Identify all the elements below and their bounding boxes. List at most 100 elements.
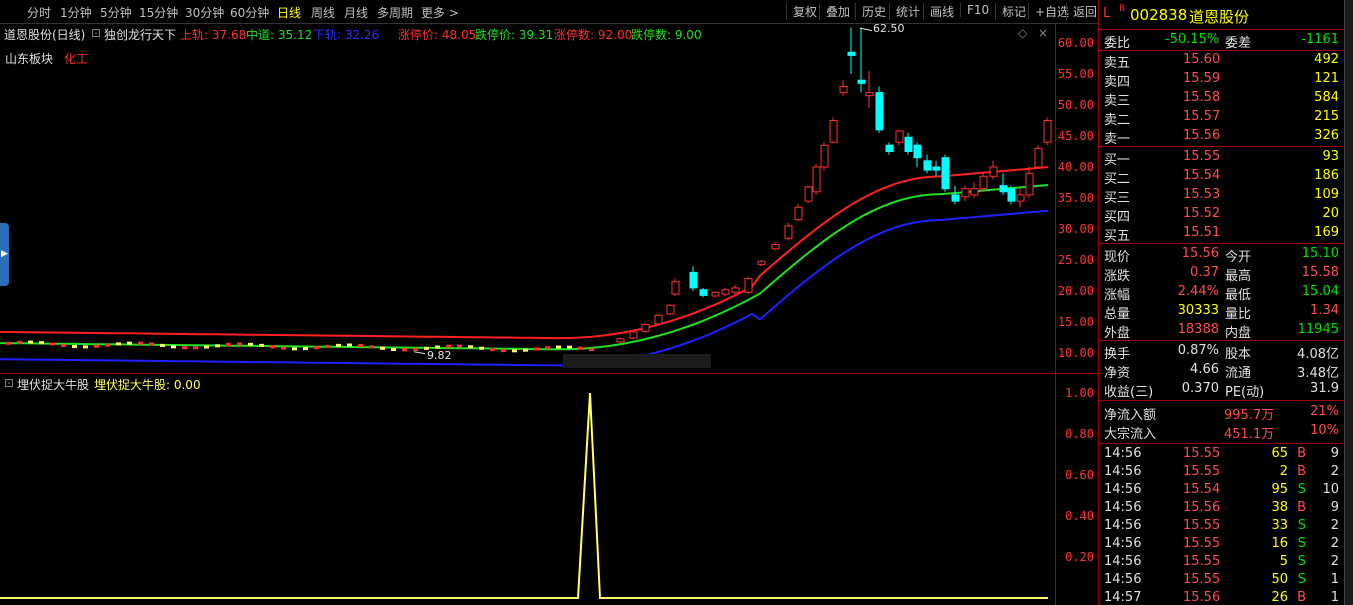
sub-indicator-chart[interactable] xyxy=(0,374,1055,605)
tick-price: 15.55 xyxy=(1183,536,1221,551)
sell-price: 15.59 xyxy=(1183,71,1221,86)
y-tick-label: 25.00 xyxy=(1057,253,1094,267)
candle xyxy=(17,340,22,344)
stat-label: 外盘 xyxy=(1104,326,1131,341)
sub-y-axis: 1.00 0.80 0.60 0.40 0.20 xyxy=(1055,374,1098,605)
flow-value: 995.7万 xyxy=(1224,408,1275,423)
tab-daily[interactable]: 日线 xyxy=(277,4,301,21)
stats-button[interactable]: 统计 xyxy=(889,3,920,20)
buy-volume: 186 xyxy=(1314,168,1339,183)
tab-more[interactable]: 更多 > xyxy=(421,4,459,21)
weicha-label: 委差 xyxy=(1225,36,1252,51)
tab-5min[interactable]: 5分钟 xyxy=(100,4,132,21)
tick-price: 15.55 xyxy=(1183,446,1221,461)
stat-row: 总量 30333 量比 1.34 xyxy=(1099,302,1344,322)
candle xyxy=(820,144,829,168)
tick-row: 14:56 15.54 95 S 10 xyxy=(1099,481,1344,500)
y-tick-label: 45.00 xyxy=(1057,129,1094,143)
y-tick-label: 1.00 xyxy=(1065,386,1094,400)
candle xyxy=(913,144,922,159)
tick-count: 2 xyxy=(1330,554,1339,569)
candle xyxy=(336,343,341,347)
tick-time: 14:57 xyxy=(1104,590,1142,605)
y-tick-label: 60.00 xyxy=(1057,36,1094,50)
tab-fenshi[interactable]: 分时 xyxy=(27,4,51,21)
flow-label: 大宗流入 xyxy=(1104,427,1157,442)
f10-button[interactable]: F10 xyxy=(960,3,989,17)
candle xyxy=(589,348,594,352)
tab-monthly[interactable]: 月线 xyxy=(344,4,368,21)
weibi-row: 委比 -50.15% 委差 -1161 xyxy=(1099,31,1344,51)
tab-1min[interactable]: 1分钟 xyxy=(60,4,92,21)
sell-label: 卖五 xyxy=(1104,56,1131,71)
buy-row: 买一 15.55 93 xyxy=(1099,148,1344,168)
y-tick-label: 0.60 xyxy=(1065,468,1094,482)
stat-value: 11945 xyxy=(1297,322,1339,337)
candle xyxy=(1034,147,1043,168)
back-button[interactable]: 返回 xyxy=(1066,3,1097,20)
candle xyxy=(1025,172,1034,196)
low-price-marker: 9.82 xyxy=(427,349,452,362)
tick-price: 15.56 xyxy=(1183,590,1221,605)
tick-price: 15.55 xyxy=(1183,554,1221,569)
tick-time: 14:56 xyxy=(1104,464,1142,479)
candle xyxy=(961,188,970,198)
draw-button[interactable]: 画线 xyxy=(923,3,954,20)
period-toolbar: 分时 1分钟 5分钟 15分钟 30分钟 60分钟 日线 周线 月线 多周期 更… xyxy=(0,0,1098,24)
sell-row: 卖三 15.58 584 xyxy=(1099,89,1344,109)
candle xyxy=(932,166,941,171)
tick-row: 14:56 15.55 50 S 1 xyxy=(1099,571,1344,590)
sell-row: 卖一 15.56 326 xyxy=(1099,127,1344,147)
candle xyxy=(731,287,740,293)
mark-button[interactable]: 标记 xyxy=(995,3,1026,20)
flag-r: R xyxy=(1119,4,1126,14)
candle xyxy=(1043,120,1052,143)
candle xyxy=(391,347,396,351)
tab-60min[interactable]: 60分钟 xyxy=(230,4,269,21)
stat-value: 15.04 xyxy=(1301,284,1339,299)
candle xyxy=(885,144,894,153)
buy-label: 买一 xyxy=(1104,153,1131,168)
tick-count: 9 xyxy=(1330,500,1339,515)
stat-row: 净资 4.66 流通 3.48亿 xyxy=(1099,361,1344,381)
candle xyxy=(248,342,253,346)
right-scrollbar[interactable] xyxy=(1344,0,1353,605)
candle xyxy=(28,340,33,344)
stat-label: 换手 xyxy=(1104,347,1131,362)
high-price-pointer xyxy=(859,27,873,32)
tick-side: S xyxy=(1297,536,1306,551)
candle xyxy=(303,347,308,351)
expand-handle[interactable]: ▶ xyxy=(0,223,9,286)
candlestick-chart[interactable]: 62.50 9.82 xyxy=(0,22,1055,373)
overlay-button[interactable]: 叠加 xyxy=(819,3,850,20)
tick-volume: 38 xyxy=(1271,500,1288,515)
y-tick-label: 0.20 xyxy=(1065,550,1094,564)
stat-label: 量比 xyxy=(1225,307,1252,322)
fuquan-button[interactable]: 复权 xyxy=(786,3,817,20)
tab-weekly[interactable]: 周线 xyxy=(311,4,335,21)
candle xyxy=(567,345,572,349)
tick-count: 2 xyxy=(1330,518,1339,533)
candle xyxy=(865,92,874,97)
tab-multi-period[interactable]: 多周期 xyxy=(377,4,413,21)
sell-label: 卖一 xyxy=(1104,132,1131,147)
history-button[interactable]: 历史 xyxy=(855,3,886,20)
tab-15min[interactable]: 15分钟 xyxy=(139,4,178,21)
buy-volume: 169 xyxy=(1314,225,1339,240)
add-watchlist-button[interactable]: +自选 xyxy=(1028,3,1069,20)
candle xyxy=(259,343,264,347)
candle xyxy=(50,342,55,346)
tab-30min[interactable]: 30分钟 xyxy=(185,4,224,21)
stat-label: 内盘 xyxy=(1225,326,1252,341)
y-tick-label: 0.80 xyxy=(1065,427,1094,441)
candle xyxy=(94,344,99,348)
stat-value: 1.34 xyxy=(1310,303,1339,318)
middle-band-line xyxy=(0,184,1049,351)
stat-label: 流通 xyxy=(1225,366,1252,381)
buy-row: 买四 15.52 20 xyxy=(1099,205,1344,225)
buy-label: 买三 xyxy=(1104,191,1131,206)
tick-row: 14:56 15.56 38 B 9 xyxy=(1099,499,1344,518)
tick-volume: 33 xyxy=(1271,518,1288,533)
y-tick-label: 15.00 xyxy=(1057,315,1094,329)
buy-label: 买四 xyxy=(1104,210,1131,225)
